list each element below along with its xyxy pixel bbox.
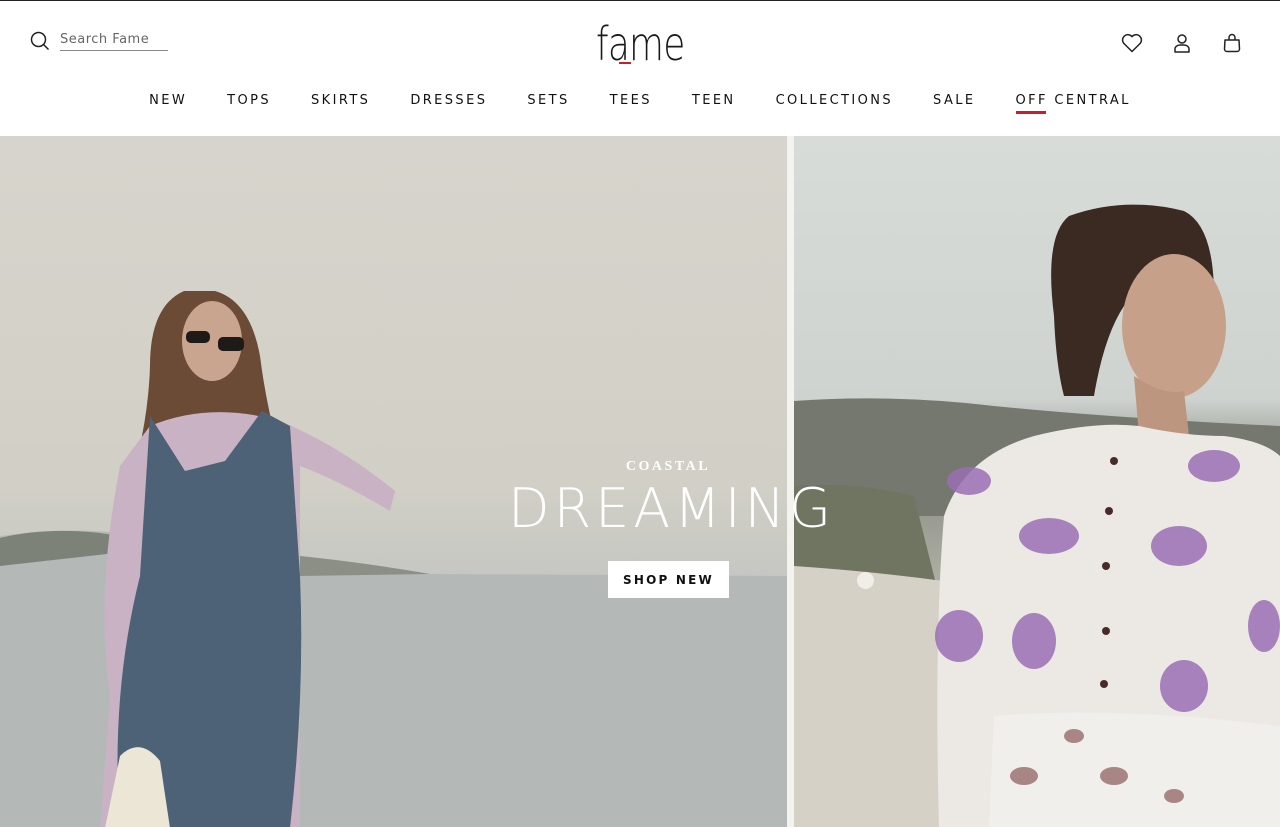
logo-accent [619, 62, 631, 64]
logo[interactable]: fame [596, 19, 692, 69]
page: fame NEW TOPS SKIRTS DRESSES SETS TEES T… [0, 0, 1280, 827]
bag-icon[interactable] [1220, 31, 1244, 55]
search-bar [30, 31, 168, 51]
nav-item-dresses[interactable]: DRESSES [410, 93, 487, 108]
off-central-prefix: OFF [1015, 93, 1048, 108]
nav-item-off-central[interactable]: OFF CENTRAL [1016, 93, 1131, 108]
nav-item-teen[interactable]: TEEN [692, 93, 736, 108]
nav-item-tees[interactable]: TEES [610, 93, 652, 108]
header-actions [1120, 31, 1244, 55]
nav-item-tops[interactable]: TOPS [227, 93, 271, 108]
nav-item-collections[interactable]: COLLECTIONS [776, 93, 893, 108]
off-central-suffix: CENTRAL [1047, 93, 1131, 108]
hero-headline: DREAMING [508, 477, 835, 540]
hero-eyebrow: COASTAL [625, 459, 711, 474]
main-nav: NEW TOPS SKIRTS DRESSES SETS TEES TEEN C… [0, 93, 1280, 108]
hero-copy: COASTAL DREAMING [508, 459, 835, 540]
heart-icon[interactable] [1120, 31, 1144, 55]
search-icon[interactable] [30, 31, 50, 51]
nav-item-sale[interactable]: SALE [933, 93, 975, 108]
nav-item-new[interactable]: NEW [149, 93, 187, 108]
nav-item-sets[interactable]: SETS [527, 93, 569, 108]
search-input[interactable] [60, 31, 168, 51]
nav-item-skirts[interactable]: SKIRTS [311, 93, 370, 108]
hero-image-right [794, 136, 1280, 827]
site-header: fame NEW TOPS SKIRTS DRESSES SETS TEES T… [0, 1, 1280, 136]
account-icon[interactable] [1170, 31, 1194, 55]
shop-new-button[interactable]: SHOP NEW [608, 561, 729, 598]
logo-text: fame [596, 17, 685, 71]
hotspot-dot[interactable] [857, 572, 874, 589]
